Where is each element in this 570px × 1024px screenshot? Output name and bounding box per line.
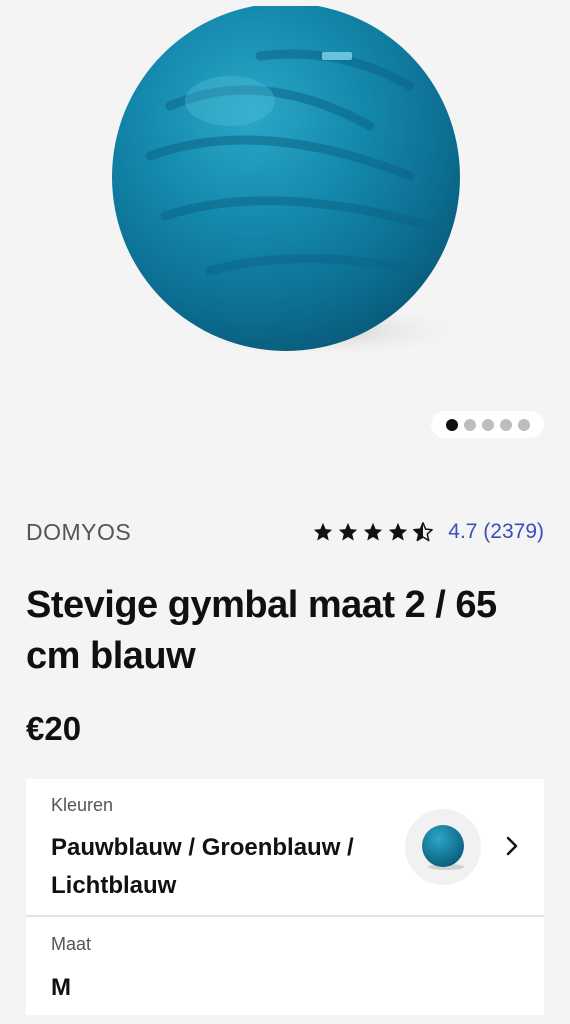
product-image[interactable]	[110, 6, 462, 356]
gallery-dot-3[interactable]	[481, 418, 494, 431]
star-full-icon	[339, 522, 358, 541]
ball-thumbnail-icon	[422, 825, 464, 870]
rating-summary[interactable]: 4.7 (2379)	[448, 520, 544, 544]
product-rating[interactable]: 4.7 (2379)	[312, 520, 544, 544]
color-label: Kleuren	[51, 795, 114, 815]
brand-rating-row: DOMYOS 4.7 (2379)	[26, 516, 544, 548]
gym-ball-illustration	[112, 6, 462, 356]
gallery-dot-4[interactable]	[499, 418, 512, 431]
star-half-icon	[413, 522, 434, 542]
product-title: Stevige gymbal maat 2 / 65 cm blauw	[26, 584, 497, 677]
color-value: Pauwblauw / Groenblauw / Lichtblauw	[51, 834, 354, 899]
size-value: M	[51, 974, 71, 1001]
color-selector[interactable]: Kleuren Pauwblauw / Groenblauw / Lichtbl…	[26, 779, 544, 915]
brand-name[interactable]: DOMYOS	[26, 519, 131, 546]
chevron-right-icon[interactable]	[500, 834, 524, 858]
product-price: €20	[26, 710, 82, 747]
product-gallery[interactable]	[0, 0, 570, 470]
size-label: Maat	[51, 934, 92, 954]
gallery-dot-2[interactable]	[463, 418, 476, 431]
color-swatch-thumbnail	[405, 809, 481, 885]
star-full-icon	[389, 522, 408, 541]
gallery-dot-5[interactable]	[517, 418, 530, 431]
gallery-dot-1[interactable]	[445, 418, 458, 431]
size-selector[interactable]: Maat M	[26, 917, 544, 1015]
gallery-pagination	[431, 411, 544, 438]
star-full-icon	[364, 522, 383, 541]
rating-stars	[312, 521, 434, 543]
star-full-icon	[314, 522, 333, 541]
